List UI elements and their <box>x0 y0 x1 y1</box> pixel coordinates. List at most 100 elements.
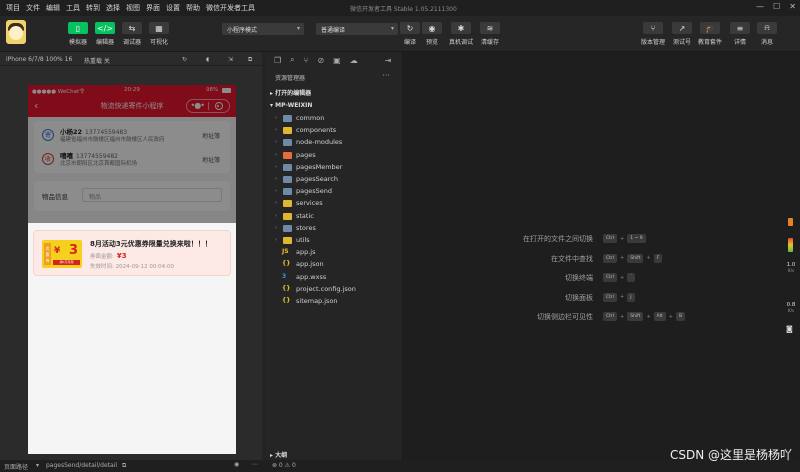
camera-icon[interactable]: ◙ <box>786 325 793 333</box>
device-select[interactable]: iPhone 6/7/8 100% 16 <box>6 56 72 63</box>
files-icon[interactable]: ❐ <box>274 56 281 65</box>
key-cap: ` <box>627 273 636 282</box>
audio-icon[interactable]: ◖ <box>206 56 209 63</box>
eye-icon: ◉ <box>422 22 442 34</box>
close-icon[interactable]: ✕ <box>789 2 796 11</box>
open-editors-section[interactable]: ▸ 打开的编辑器 <box>266 88 403 100</box>
item-label: stores <box>296 223 316 232</box>
item-label: project.config.json <box>296 284 356 293</box>
details-button[interactable]: ≡ 详情 <box>730 22 750 46</box>
plus-sign: + <box>620 313 625 320</box>
code-icon: </> <box>95 22 115 34</box>
menu-edit[interactable]: 编辑 <box>46 3 60 13</box>
simulator-button[interactable]: ▯ 模拟器 <box>68 22 88 46</box>
download-rate: 0.8 K/s <box>786 302 796 313</box>
window-title: 微信开发者工具 Stable 1.05.2111300 <box>350 6 457 13</box>
layers-icon: ≋ <box>480 22 500 34</box>
plus-sign: + <box>620 235 625 242</box>
item-label: pagesSend <box>296 187 332 196</box>
modal-overlay[interactable] <box>28 85 236 223</box>
editor-button[interactable]: </> 编辑器 <box>95 22 115 46</box>
folder-item[interactable]: › pagesMember <box>266 161 403 173</box>
item-label: services <box>296 199 323 208</box>
collapse-icon[interactable]: ⇥ <box>385 56 392 65</box>
error-counter[interactable]: ⊗ 0 ⚠ 0 <box>272 462 296 469</box>
folder-icon <box>283 200 292 208</box>
popout-icon[interactable]: ⧉ <box>248 56 252 64</box>
menu-settings[interactable]: 设置 <box>166 3 180 13</box>
menu-project[interactable]: 项目 <box>6 3 20 13</box>
compile-mode-select[interactable]: 普通编译 ▾ <box>316 23 398 35</box>
version-button[interactable]: ⑂ 版本管理 <box>641 22 665 46</box>
more-icon[interactable]: ··· <box>382 71 390 80</box>
menu-devtools[interactable]: 微信开发者工具 <box>206 3 255 13</box>
key-cap: Ctrl <box>603 273 618 282</box>
copy-icon[interactable]: ⧉ <box>122 462 126 470</box>
coupon-card[interactable]: 优惠券 ¥ 3 满0元可用 8月活动3元优惠券限量兑换来啦！！！ 券面金额: ¥3… <box>33 230 231 276</box>
git-icon[interactable]: ⑂ <box>304 56 309 65</box>
file-icon: {} <box>282 260 291 268</box>
avatar[interactable] <box>6 20 26 44</box>
folder-item[interactable]: › node-modules <box>266 136 403 148</box>
edu-button[interactable]: 🎓 教育套件 <box>698 22 722 46</box>
plus-sign: + <box>620 274 625 281</box>
folder-item[interactable]: › utils <box>266 234 403 246</box>
project-section[interactable]: ▾ MP-WEIXIN <box>266 100 403 112</box>
simulator-bar: iPhone 6/7/8 100% 16 热重载 关 ↻ ◖ ⇲ ⧉ <box>0 52 262 66</box>
shortcut-keys: Ctrl + J <box>603 292 635 302</box>
compile-button[interactable]: ↻ 编译 <box>400 22 420 46</box>
folder-item[interactable]: › services <box>266 197 403 209</box>
maximize-icon[interactable]: ☐ <box>773 2 780 11</box>
file-item[interactable]: {} app.json <box>266 258 403 270</box>
search-icon[interactable]: ⌕ <box>290 55 294 65</box>
menu-view[interactable]: 视图 <box>126 3 140 13</box>
menu-help[interactable]: 帮助 <box>186 3 200 13</box>
folder-item[interactable]: › pages <box>266 149 403 161</box>
folder-item[interactable]: › common <box>266 112 403 124</box>
cloud-icon[interactable]: ☁ <box>350 56 358 65</box>
rotate-icon[interactable]: ⇲ <box>228 56 233 63</box>
debugger-button[interactable]: ⇆ 调试器 <box>122 22 142 46</box>
menu-goto[interactable]: 转到 <box>86 3 100 13</box>
branch-icon: ⑂ <box>643 22 663 34</box>
folder-item[interactable]: › pagesSend <box>266 185 403 197</box>
file-item[interactable]: JS app.js <box>266 246 403 258</box>
extensions-icon[interactable]: ▣ <box>333 56 341 65</box>
eye-icon[interactable]: ◉ <box>234 461 239 468</box>
folder-item[interactable]: › pagesSearch <box>266 173 403 185</box>
messages-button[interactable]: ⍾ 消息 <box>757 22 777 46</box>
folder-item[interactable]: › stores <box>266 222 403 234</box>
item-label: app.wxss <box>296 272 327 281</box>
hot-reload-select[interactable]: 热重载 关 <box>84 56 110 65</box>
page-path[interactable]: pagesSend/detail/detail <box>46 462 117 469</box>
item-label: pagesSearch <box>296 175 338 183</box>
folder-item[interactable]: › components <box>266 124 403 136</box>
more-icon[interactable]: ⋯ <box>252 461 258 468</box>
visual-button[interactable]: ▦ 可视化 <box>149 22 169 46</box>
phone-screen: ●●●●● WeChat令 20:29 98% ‹ 物流快递寄件小程序 •●• … <box>28 85 236 454</box>
clear-cache-button[interactable]: ≋ 清缓存 <box>480 22 500 46</box>
chevron-right-icon: › <box>275 127 277 134</box>
file-item[interactable]: {} sitemap.json <box>266 295 403 307</box>
menu-interface[interactable]: 界面 <box>146 3 160 13</box>
file-item[interactable]: {} project.config.json <box>266 283 403 295</box>
real-debug-button[interactable]: ✱ 真机调试 <box>449 22 473 46</box>
item-label: pages <box>296 150 316 159</box>
test-account-button[interactable]: ↗ 测试号 <box>672 22 692 46</box>
upload-rate: 1.0 K/s <box>786 262 796 273</box>
folder-item[interactable]: › static <box>266 210 403 222</box>
editor-area: 在打开的文件之间切换 Ctrl +1 ~ 9 在文件中查找 Ctrl + Shift + F 切换… <box>403 52 800 460</box>
mode-select[interactable]: 小程序模式 ▾ <box>222 23 304 35</box>
key-cap: Alt <box>653 312 666 321</box>
page-path-label[interactable]: 页面路径 <box>4 462 28 471</box>
menu-select[interactable]: 选择 <box>106 3 120 13</box>
menu-tools[interactable]: 工具 <box>66 3 80 13</box>
preview-button[interactable]: ◉ 预览 <box>422 22 442 46</box>
file-item[interactable]: 3 app.wxss <box>266 271 403 283</box>
performance-icon <box>788 218 793 226</box>
debug-icon[interactable]: ⊘ <box>317 56 324 65</box>
refresh-icon[interactable]: ↻ <box>182 56 187 63</box>
menu-file[interactable]: 文件 <box>26 3 40 13</box>
minimize-icon[interactable]: — <box>756 2 764 11</box>
folder-icon <box>283 176 292 183</box>
